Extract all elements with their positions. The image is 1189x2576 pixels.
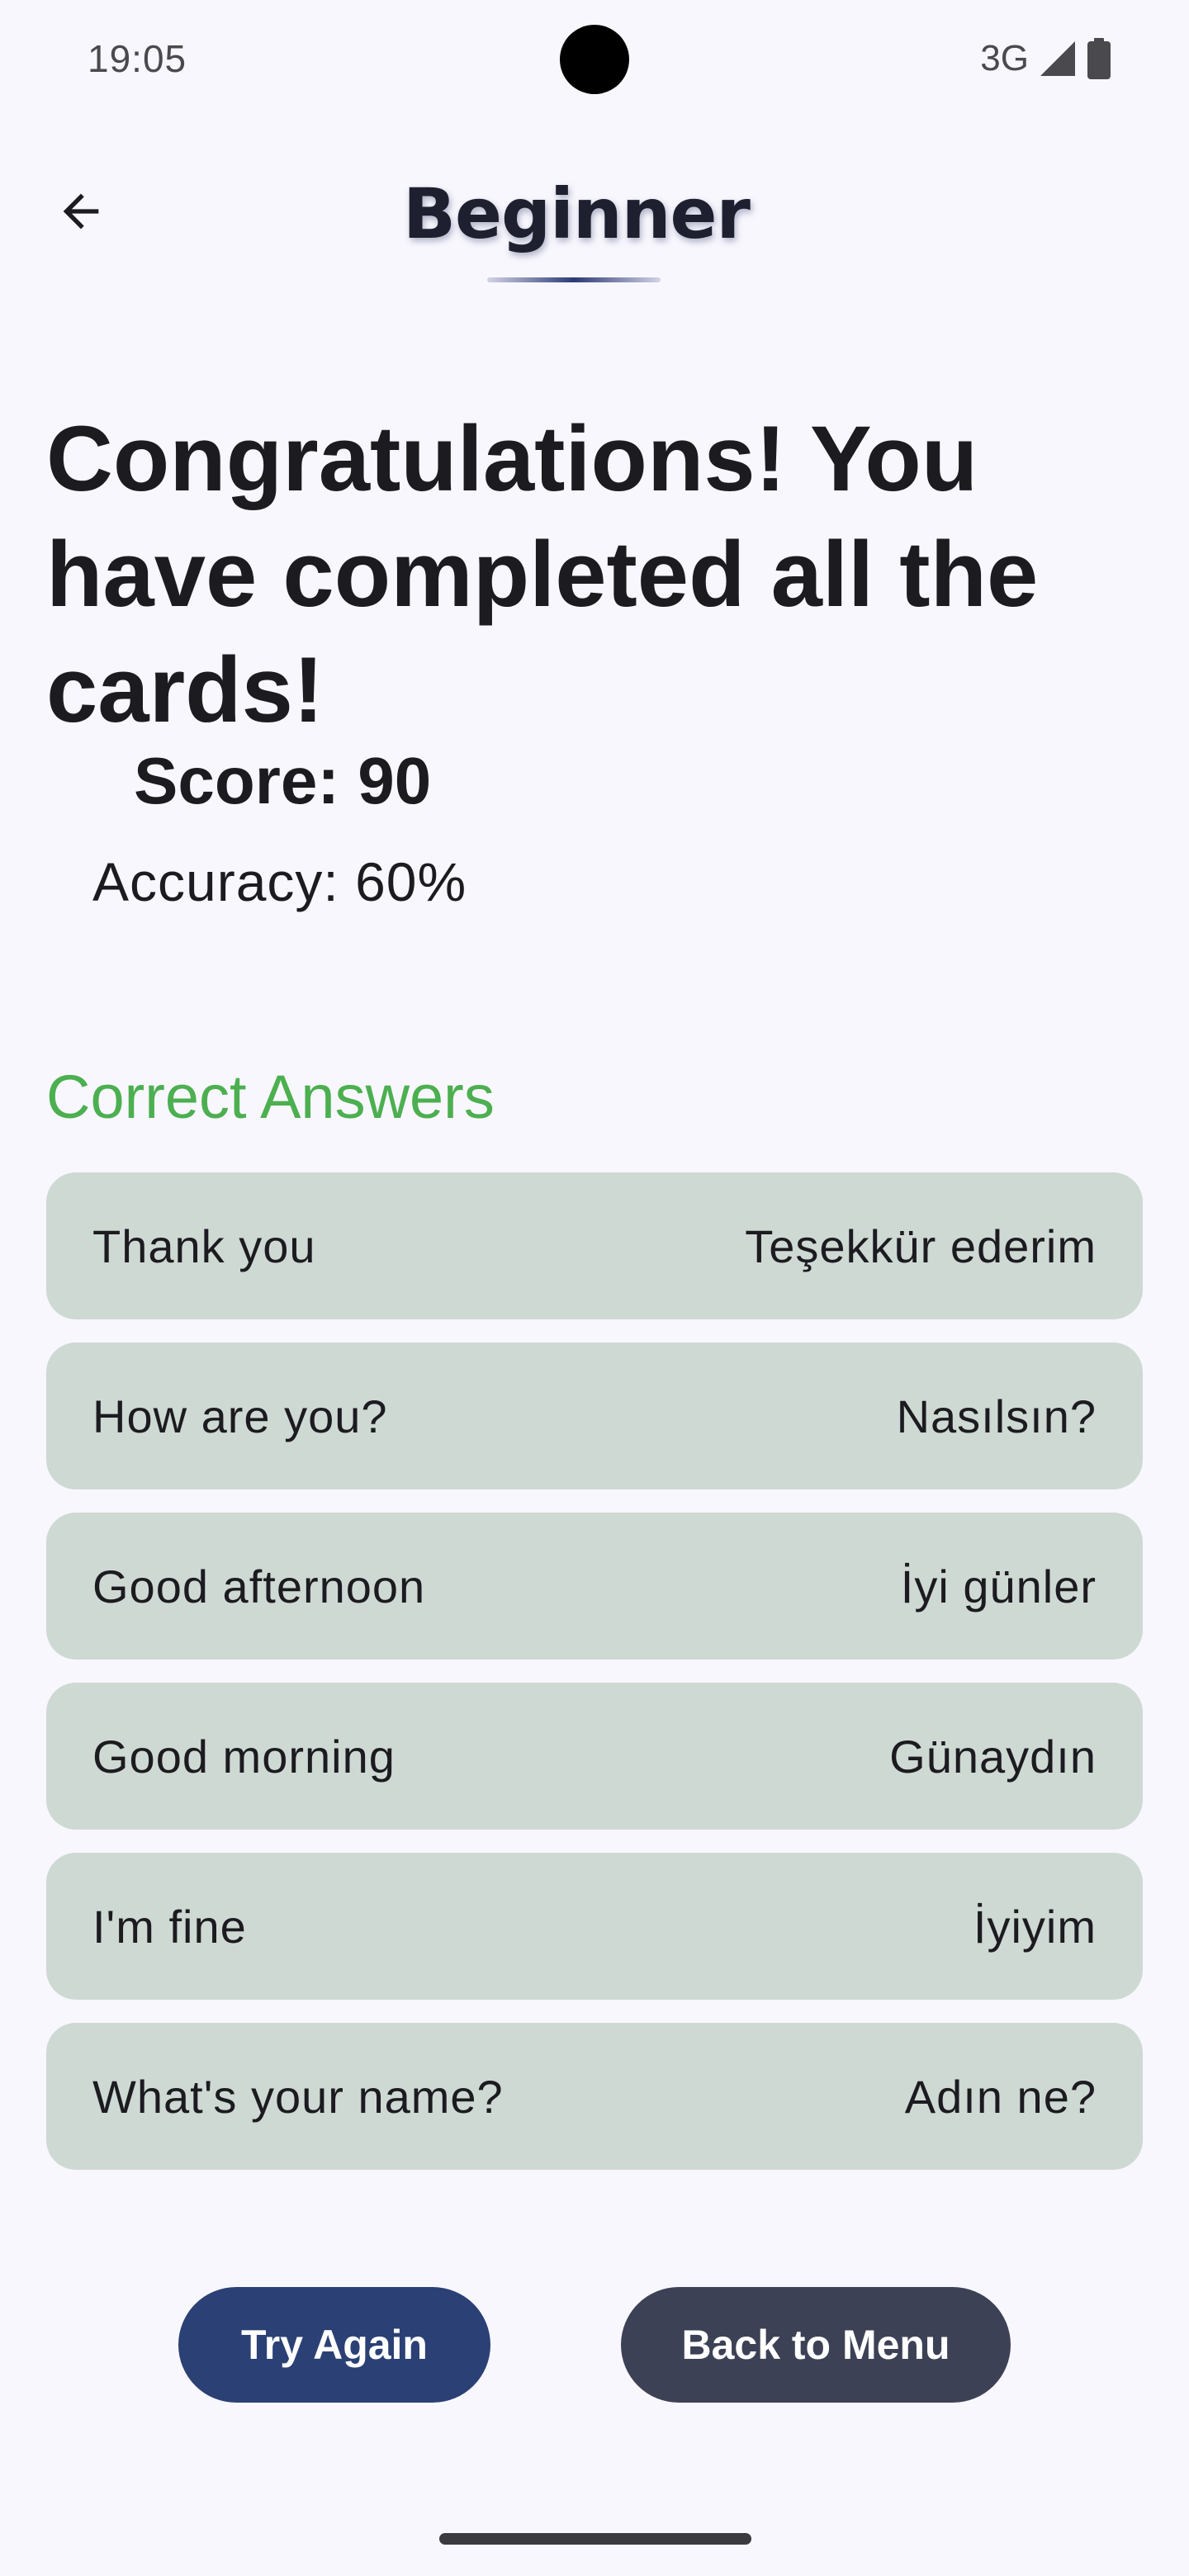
answer-english: How are you? bbox=[92, 1390, 388, 1442]
correct-answers-title: Correct Answers bbox=[46, 1063, 495, 1131]
answer-turkish: İyiyim bbox=[973, 1900, 1097, 1953]
status-bar: 19:05 3G bbox=[0, 0, 1189, 119]
score-text: Score: 90 bbox=[134, 744, 432, 817]
answer-turkish: Günaydın bbox=[889, 1730, 1097, 1783]
page-title: Beginner bbox=[403, 173, 751, 254]
answer-turkish: Nasılsın? bbox=[896, 1390, 1097, 1442]
answer-english: Good afternoon bbox=[92, 1560, 426, 1612]
answer-card: What's your name? Adın ne? bbox=[46, 2023, 1143, 2170]
answer-english: What's your name? bbox=[92, 2070, 504, 2123]
battery-icon bbox=[1087, 38, 1111, 79]
accuracy-text: Accuracy: 60% bbox=[92, 851, 467, 912]
answer-english: Thank you bbox=[92, 1219, 316, 1272]
home-indicator[interactable] bbox=[439, 2533, 751, 2545]
arrow-left-icon bbox=[54, 185, 107, 242]
answer-turkish: Adın ne? bbox=[904, 2070, 1097, 2123]
answer-english: Good morning bbox=[92, 1730, 396, 1783]
network-type: 3G bbox=[980, 38, 1029, 78]
status-time: 19:05 bbox=[88, 37, 187, 80]
camera-cutout bbox=[560, 25, 629, 94]
back-button[interactable] bbox=[46, 178, 116, 248]
correct-answers-list: Thank you Teşekkür ederim How are you? N… bbox=[46, 1172, 1143, 2193]
title-underline bbox=[487, 277, 661, 282]
back-to-menu-button[interactable]: Back to Menu bbox=[621, 2287, 1011, 2403]
answer-turkish: İyi günler bbox=[900, 1560, 1097, 1612]
completion-headline: Congratulations! You have completed all … bbox=[46, 407, 1039, 741]
signal-icon bbox=[1039, 40, 1077, 78]
try-again-button[interactable]: Try Again bbox=[178, 2287, 490, 2403]
answer-card: Good afternoon İyi günler bbox=[46, 1513, 1143, 1660]
answer-card: Good morning Günaydın bbox=[46, 1683, 1143, 1830]
answer-card: Thank you Teşekkür ederim bbox=[46, 1172, 1143, 1319]
status-icons: 3G bbox=[980, 38, 1111, 79]
answer-turkish: Teşekkür ederim bbox=[745, 1219, 1097, 1272]
answer-card: How are you? Nasılsın? bbox=[46, 1342, 1143, 1489]
answer-card: I'm fine İyiyim bbox=[46, 1853, 1143, 2000]
answer-english: I'm fine bbox=[92, 1900, 247, 1953]
